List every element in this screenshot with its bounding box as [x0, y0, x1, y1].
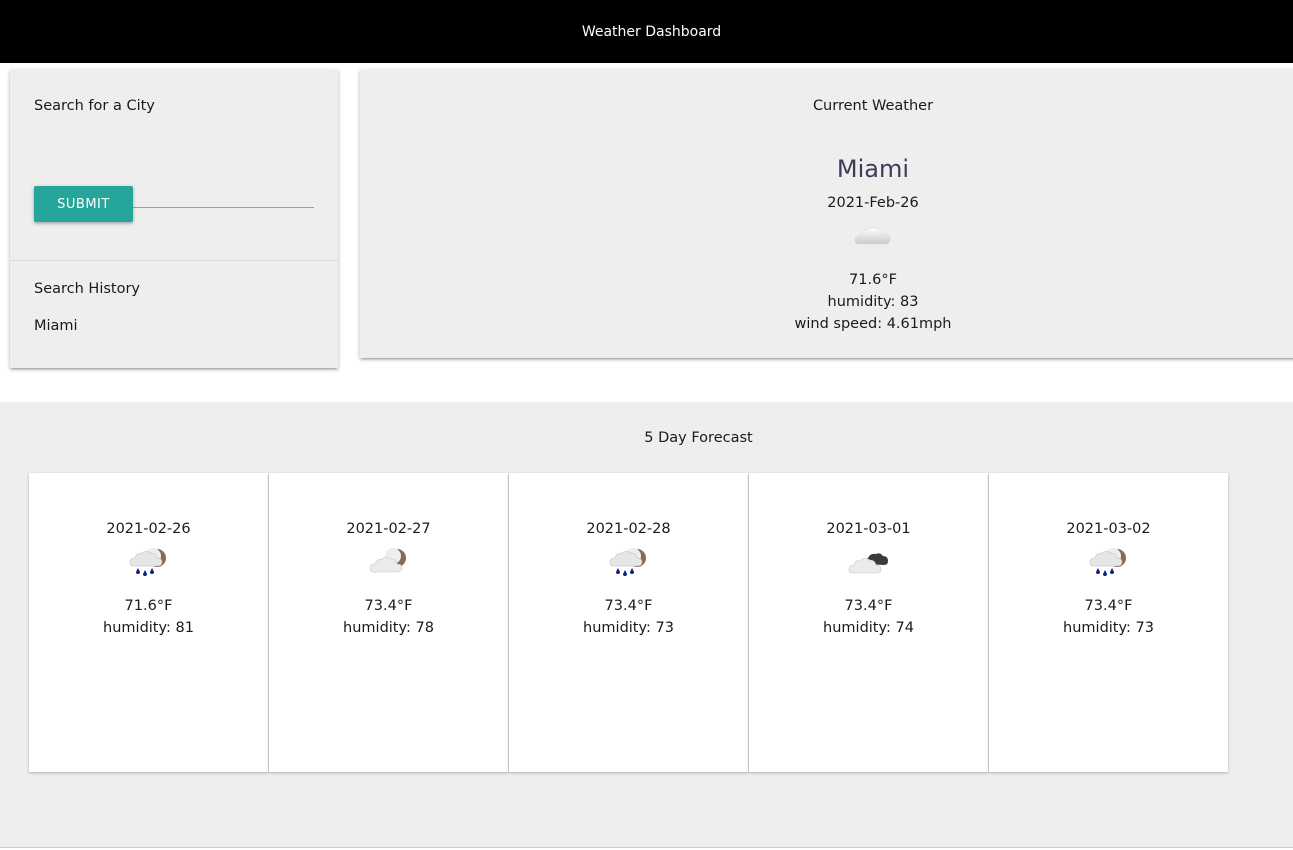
forecast-temperature: 73.4°F	[1084, 598, 1133, 614]
current-weather-panel: Current Weather Miami 2021-Feb-26 71.6°F…	[360, 70, 1293, 358]
forecast-humidity: humidity: 73	[1063, 620, 1154, 636]
forecast-card: 2021-02-27 73.4°F humidity: 78	[269, 473, 508, 772]
forecast-temperature: 73.4°F	[604, 598, 653, 614]
search-history-label: Search History	[34, 281, 141, 297]
search-section: Search for a City SUBMIT	[10, 70, 338, 261]
forecast-heading: 5 Day Forecast	[644, 430, 753, 446]
forecast-section: 5 Day Forecast 2021-02-26 71.6°F humidit…	[0, 402, 1293, 848]
rain-cloud-moon-icon	[129, 548, 166, 576]
current-city-name: Miami	[836, 155, 910, 183]
search-panel: Search for a City SUBMIT Search History …	[10, 70, 338, 368]
forecast-humidity: humidity: 74	[823, 620, 914, 636]
forecast-temperature: 71.6°F	[124, 598, 173, 614]
history-item-miami[interactable]: Miami	[34, 318, 78, 334]
forecast-card: 2021-02-28 73.4°F humidity: 73	[509, 473, 748, 772]
app-title: Weather Dashboard	[581, 23, 722, 40]
dark-cloud-icon	[848, 553, 888, 574]
forecast-temperature: 73.4°F	[364, 598, 413, 614]
forecast-card: 2021-02-26 71.6°F humidity: 81	[29, 473, 268, 772]
forecast-humidity: humidity: 81	[103, 620, 194, 636]
forecast-date: 2021-03-02	[1066, 521, 1151, 537]
current-temperature: 71.6°F	[849, 272, 897, 288]
submit-button[interactable]: SUBMIT	[34, 186, 133, 222]
current-humidity: humidity: 83	[827, 294, 919, 310]
current-date: 2021-Feb-26	[827, 195, 919, 211]
search-label: Search for a City	[34, 98, 155, 114]
forecast-humidity: humidity: 78	[343, 620, 434, 636]
current-wind-speed: wind speed: 4.61mph	[794, 316, 952, 332]
top-navbar: Weather Dashboard	[0, 0, 1293, 63]
rain-cloud-moon-icon	[1089, 548, 1126, 576]
forecast-date: 2021-02-28	[586, 521, 671, 537]
forecast-humidity: humidity: 73	[583, 620, 674, 636]
forecast-temperature: 73.4°F	[844, 598, 893, 614]
forecast-date: 2021-02-26	[106, 521, 191, 537]
current-weather-heading: Current Weather	[812, 98, 934, 114]
forecast-date: 2021-03-01	[826, 521, 911, 537]
cloud-moon-icon	[369, 548, 406, 573]
rain-cloud-moon-icon	[609, 548, 646, 576]
forecast-card: 2021-03-01 73.4°F humidity: 74	[749, 473, 988, 772]
cloud-icon	[854, 227, 891, 245]
forecast-date: 2021-02-27	[346, 521, 431, 537]
forecast-card: 2021-03-02 73.4°F humidity: 73	[989, 473, 1228, 772]
